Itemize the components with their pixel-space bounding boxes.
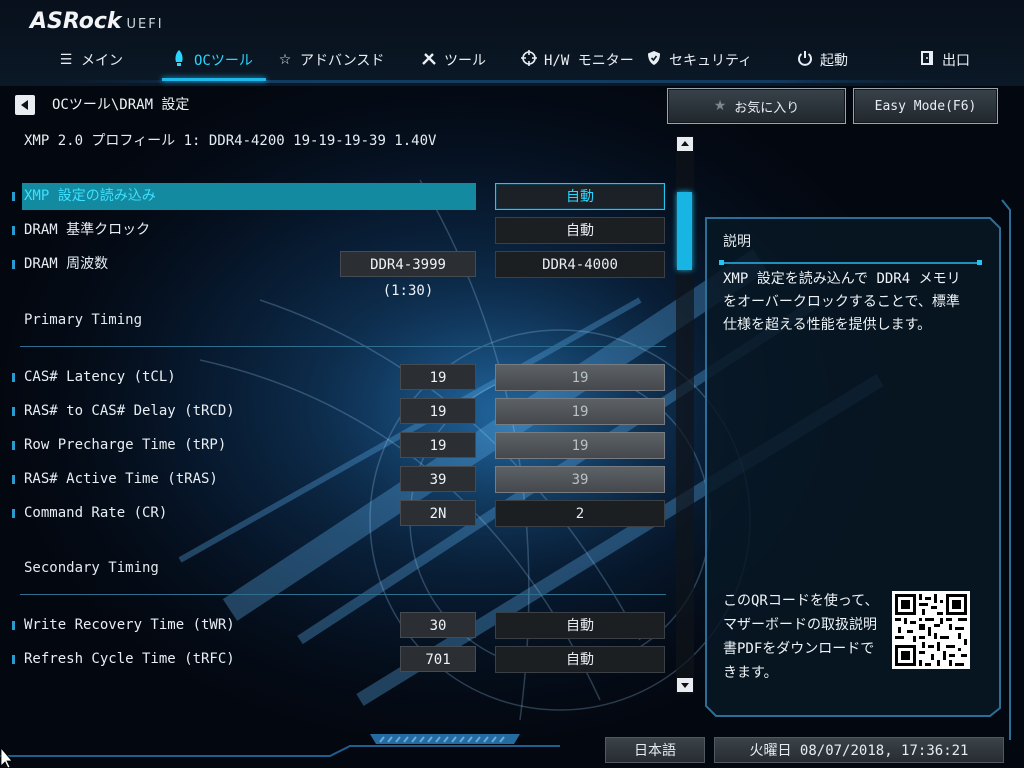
shield-icon xyxy=(645,50,663,70)
tras-current: 39 xyxy=(400,466,476,492)
tras-value[interactable]: 39 xyxy=(495,466,665,493)
section-divider xyxy=(20,346,666,347)
language-button[interactable]: 日本語 xyxy=(605,737,705,763)
tab-advanced[interactable]: ☆ アドバンスド xyxy=(276,46,385,74)
load-xmp-setting-label[interactable]: XMP 設定の読み込み xyxy=(12,183,156,209)
favorites-button[interactable]: ★ お気に入り xyxy=(667,88,846,124)
star-icon: ★ xyxy=(713,98,727,114)
crosshair-icon xyxy=(520,50,538,70)
tab-label: 起動 xyxy=(820,53,848,69)
exit-door-icon xyxy=(918,50,936,70)
trcd-current: 19 xyxy=(400,398,476,424)
back-button[interactable] xyxy=(15,95,35,115)
tab-tool[interactable]: ツール xyxy=(420,46,486,74)
tools-icon xyxy=(420,50,438,70)
trp-label[interactable]: Row Precharge Time (tRP) xyxy=(11,432,226,458)
tab-label: ツール xyxy=(444,53,486,69)
trp-current: 19 xyxy=(400,432,476,458)
tab-hw-monitor[interactable]: H/W モニター xyxy=(520,46,634,74)
list-icon: ☰ xyxy=(59,52,73,68)
scrollbar-thumb[interactable] xyxy=(677,192,692,270)
tab-label: H/W モニター xyxy=(544,53,634,69)
star-icon: ☆ xyxy=(278,52,292,68)
power-icon xyxy=(796,50,814,70)
favorites-label: お気に入り xyxy=(734,100,800,116)
scroll-up-button[interactable] xyxy=(677,137,693,151)
tab-security[interactable]: セキュリティ xyxy=(645,46,752,74)
dram-frequency-current: DDR4-3999 (1:30) xyxy=(340,251,476,299)
trfc-label[interactable]: Refresh Cycle Time (tRFC) xyxy=(12,646,235,672)
description-text: XMP 設定を読み込んで DDR4 メモリをオーバークロックすることで、標準仕様… xyxy=(723,271,961,333)
tras-label[interactable]: RAS# Active Time (tRAS) xyxy=(12,466,218,492)
twr-value[interactable]: 自動 xyxy=(495,612,665,639)
rocket-icon xyxy=(170,50,188,70)
command-rate-label[interactable]: Command Rate (CR) xyxy=(11,500,167,526)
tcl-current: 19 xyxy=(400,364,476,390)
qr-code-image xyxy=(892,591,970,669)
tcl-label[interactable]: CAS# Latency (tCL) xyxy=(12,364,176,390)
tab-label: アドバンスド xyxy=(300,53,385,69)
tab-label: セキュリティ xyxy=(669,53,753,69)
breadcrumb: OCツール\DRAM 設定 xyxy=(52,97,190,113)
easy-mode-button[interactable]: Easy Mode(F6) xyxy=(853,88,998,124)
date-time-display: 火曜日 08/07/2018, 17:36:21 xyxy=(714,737,1004,763)
dram-frequency-value[interactable]: DDR4-4000 xyxy=(495,251,665,278)
tcl-value[interactable]: 19 xyxy=(495,364,665,391)
dram-frequency-label[interactable]: DRAM 周波数 xyxy=(11,251,108,277)
twr-current: 30 xyxy=(400,612,476,638)
twr-label[interactable]: Write Recovery Time (tWR) xyxy=(12,612,235,638)
trfc-value[interactable]: 自動 xyxy=(495,646,665,673)
section-divider xyxy=(20,594,666,595)
brand-sub: UEFI xyxy=(126,17,164,32)
description-divider xyxy=(721,262,981,264)
brand-name: ASRock xyxy=(30,9,122,34)
tab-exit[interactable]: 出口 xyxy=(918,46,970,74)
tab-label: メイン xyxy=(81,53,123,69)
description-title: 説明 xyxy=(723,234,751,250)
load-xmp-setting-value[interactable]: 自動 xyxy=(495,183,665,210)
primary-timing-heading: Primary Timing xyxy=(24,312,143,328)
tab-boot[interactable]: 起動 xyxy=(796,46,848,74)
trcd-value[interactable]: 19 xyxy=(495,398,665,425)
tab-label: 出口 xyxy=(942,53,970,69)
asrock-logo: ASRock UEFI xyxy=(30,9,164,34)
xmp-profile-info: XMP 2.0 プロフィール 1: DDR4-4200 19-19-19-39 … xyxy=(24,133,437,149)
divider-dot xyxy=(719,260,724,265)
dram-ref-clock-label[interactable]: DRAM 基準クロック xyxy=(11,217,150,243)
dram-ref-clock-value[interactable]: 自動 xyxy=(495,217,665,244)
command-rate-current: 2N xyxy=(400,500,476,526)
secondary-timing-heading: Secondary Timing xyxy=(24,560,159,576)
trfc-current: 701 xyxy=(400,646,476,672)
trcd-label[interactable]: RAS# to CAS# Delay (tRCD) xyxy=(12,398,235,424)
active-tab-indicator xyxy=(162,78,266,81)
command-rate-value[interactable]: 2 xyxy=(495,500,665,527)
tab-oc-tweaker[interactable]: OCツール xyxy=(170,46,253,74)
divider-dot xyxy=(977,260,982,265)
scroll-down-button[interactable] xyxy=(677,678,693,692)
trp-value[interactable]: 19 xyxy=(495,432,665,459)
tab-label: OCツール xyxy=(194,53,253,69)
tab-main[interactable]: ☰ メイン xyxy=(57,46,123,74)
qr-code-caption: このQRコードを使って、マザーボードの取扱説明書PDFをダウンロードできます。 xyxy=(723,593,879,681)
easy-mode-label: Easy Mode(F6) xyxy=(874,98,977,114)
